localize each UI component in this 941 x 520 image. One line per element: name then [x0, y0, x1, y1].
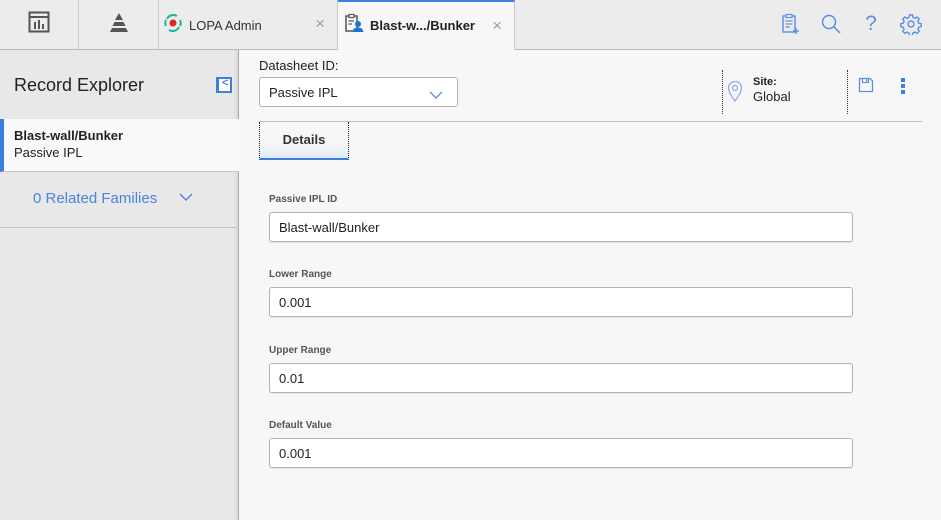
field-lower-range: Lower Range	[269, 269, 853, 317]
tab-details[interactable]: Details	[259, 122, 349, 160]
dashboard-icon	[28, 11, 50, 38]
collapse-panel-button[interactable]: <	[216, 77, 232, 93]
record-explorer-panel: Record Explorer < Blast-wall/Bunker Pass…	[0, 50, 239, 520]
record-item[interactable]: Blast-wall/Bunker Passive IPL	[0, 119, 239, 172]
tab-details-label: Details	[282, 132, 326, 147]
datasheet-panel: Datasheet ID: Passive IPL Site: Global D…	[240, 50, 941, 520]
site-value: Global	[753, 89, 791, 104]
chevron-left-icon: <	[222, 77, 229, 89]
record-family: Passive IPL	[14, 145, 83, 160]
pyramid-icon	[108, 11, 130, 38]
site-label: Site:	[753, 76, 777, 88]
record-explorer-title: Record Explorer	[14, 75, 145, 95]
related-families-label: 0 Related Families	[33, 190, 158, 207]
help-icon[interactable]: ?	[859, 12, 883, 36]
lopa-pyramid-tab[interactable]	[79, 0, 159, 49]
save-icon[interactable]	[858, 77, 874, 98]
passive-ipl-id-input[interactable]	[269, 212, 853, 242]
more-options-icon[interactable]	[900, 77, 906, 100]
related-families-toggle[interactable]: 0 Related Families	[0, 172, 239, 228]
chevron-down-icon	[178, 190, 194, 208]
field-default-value: Default Value	[269, 420, 853, 468]
dashboard-tab[interactable]	[0, 0, 79, 49]
header-divider	[259, 121, 922, 122]
field-label: Default Value	[269, 420, 332, 431]
location-pin-icon	[727, 80, 743, 107]
close-tab-icon[interactable]: ×	[492, 17, 502, 34]
datasheet-id-value: Passive IPL	[269, 85, 338, 100]
record-user-icon	[344, 13, 364, 38]
global-actions: ?	[779, 12, 923, 36]
tab-label: LOPA Admin	[189, 17, 262, 33]
upper-range-input[interactable]	[269, 363, 853, 393]
tab-label: Blast-w.../Bunker	[370, 18, 475, 33]
lopa-admin-icon	[163, 13, 183, 38]
site-selector[interactable]: Site: Global	[722, 70, 848, 114]
field-upper-range: Upper Range	[269, 345, 853, 393]
record-name: Blast-wall/Bunker	[14, 128, 124, 143]
lower-range-input[interactable]	[269, 287, 853, 317]
search-icon[interactable]	[819, 12, 843, 36]
field-passive-ipl-id: Passive IPL ID	[269, 194, 853, 242]
field-label: Upper Range	[269, 345, 332, 356]
tab-blast-wall-bunker[interactable]: Blast-w.../Bunker ×	[338, 0, 515, 50]
new-record-icon[interactable]	[779, 12, 803, 36]
close-tab-icon[interactable]: ×	[315, 15, 325, 32]
default-value-input[interactable]	[269, 438, 853, 468]
field-label: Passive IPL ID	[269, 194, 338, 205]
datasheet-id-label: Datasheet ID:	[259, 58, 339, 73]
chevron-down-icon	[429, 87, 443, 105]
gear-icon[interactable]	[899, 12, 923, 36]
top-bar: LOPA Admin × Blast-w.../Bunker × ?	[0, 0, 941, 50]
field-label: Lower Range	[269, 269, 332, 280]
tab-lopa-admin[interactable]: LOPA Admin ×	[159, 0, 338, 50]
datasheet-id-select[interactable]: Passive IPL	[259, 77, 458, 107]
